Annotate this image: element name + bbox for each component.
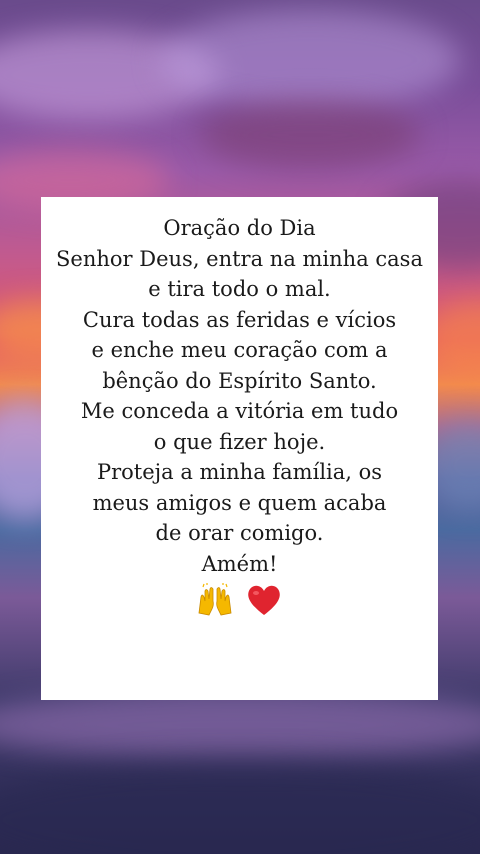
prayer-line: meus amigos e quem acaba — [92, 490, 387, 515]
emoji-row — [41, 581, 438, 617]
prayer-line: Senhor Deus, entra na minha casa — [56, 246, 423, 271]
prayer-line: Proteja a minha família, os — [96, 460, 383, 484]
prayer-line: bênção do Espírito Santo. — [102, 368, 377, 393]
prayer-line: de orar comigo. — [155, 521, 324, 545]
prayer-line: Me conceda a vitória em tudo — [80, 399, 399, 423]
prayer-line: Cura todas as feridas e vícios — [82, 307, 397, 332]
prayer-line: e tira todo o mal. — [148, 277, 331, 301]
prayer-amen: Amém! — [201, 551, 278, 576]
prayer-title: Oração do Dia — [163, 216, 316, 240]
raising-hands-icon — [195, 583, 235, 617]
prayer-card: Oração do Dia Senhor Deus, entra na minh… — [41, 197, 438, 700]
red-heart-icon — [244, 583, 284, 617]
prayer-line: o que fizer hoje. — [153, 429, 326, 454]
prayer-line: e enche meu coração com a — [91, 338, 388, 362]
